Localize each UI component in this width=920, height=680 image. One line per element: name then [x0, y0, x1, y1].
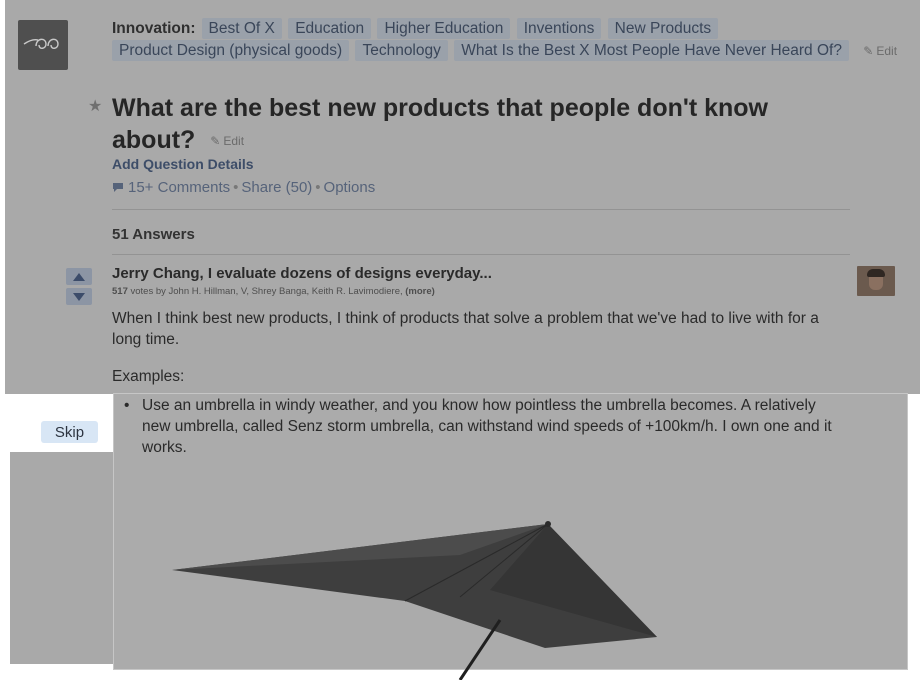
answers-count: 51 Answers	[112, 226, 195, 243]
pencil-icon: ✎	[210, 134, 221, 149]
avatar-hair	[867, 269, 885, 277]
pencil-icon: ✎	[863, 44, 874, 58]
downvote-button[interactable]	[66, 288, 92, 305]
upvote-arrow-icon	[73, 272, 85, 281]
divider	[112, 209, 850, 210]
edit-topics-label: Edit	[876, 44, 898, 58]
meta-separator: •	[233, 179, 239, 196]
voters-more-link[interactable]: (more)	[405, 286, 435, 297]
comment-icon	[112, 180, 124, 197]
left-overlay	[10, 452, 114, 664]
umbrella-image	[172, 521, 657, 680]
edit-topics-link[interactable]: ✎ Edit	[863, 40, 897, 62]
question-title: What are the best new products that peop…	[112, 92, 852, 157]
examples-label: Examples:	[112, 368, 185, 385]
topics-heading: Innovation:	[112, 20, 196, 37]
answer-author[interactable]: Jerry Chang, I evaluate dozens of design…	[112, 265, 492, 282]
topic-tag-technology[interactable]: Technology	[355, 40, 448, 61]
add-question-details-link[interactable]: Add Question Details	[112, 156, 254, 172]
answer-body: When I think best new products, I think …	[112, 310, 819, 348]
examples-list: Use an umbrella in windy weather, and yo…	[118, 395, 838, 458]
topic-tag-education[interactable]: Education	[288, 18, 372, 39]
share-link[interactable]: Share (50)	[241, 179, 312, 196]
topic-list: Innovation: Best Of X Education Higher Ed…	[112, 18, 912, 62]
edit-question-link[interactable]: ✎ Edit	[210, 125, 244, 157]
topic-tag-product-design[interactable]: Product Design (physical goods)	[112, 40, 350, 61]
question-actions: 15+ Comments • Share (50) • Options	[112, 179, 375, 197]
topic-tag-best-x-never-heard[interactable]: What Is the Best X Most People Have Neve…	[454, 40, 849, 61]
answer-voters: 517 votes by John H. Hillman, V, Shrey B…	[112, 286, 435, 297]
skip-button[interactable]: Skip	[41, 421, 98, 443]
voters-text: votes by John H. Hillman, V, Shrey Banga…	[130, 286, 403, 297]
comments-link[interactable]: 15+ Comments	[112, 179, 230, 196]
comments-label: 15+ Comments	[128, 179, 231, 196]
meta-separator: •	[315, 179, 321, 196]
topic-logo-icon[interactable]	[18, 20, 68, 70]
divider	[112, 254, 850, 255]
star-icon[interactable]: ★	[88, 96, 102, 116]
topic-tag-best-of-x[interactable]: Best Of X	[201, 18, 282, 39]
topic-tag-inventions[interactable]: Inventions	[516, 18, 602, 39]
avatar[interactable]	[857, 266, 895, 296]
votes-count: 517	[112, 286, 128, 297]
options-link[interactable]: Options	[324, 179, 376, 196]
topic-tag-new-products[interactable]: New Products	[607, 18, 719, 39]
list-item: Use an umbrella in windy weather, and yo…	[118, 395, 838, 458]
upvote-button[interactable]	[66, 268, 92, 285]
topic-tag-higher-education[interactable]: Higher Education	[377, 18, 511, 39]
edit-question-label: Edit	[223, 134, 245, 149]
downvote-arrow-icon	[73, 292, 85, 301]
